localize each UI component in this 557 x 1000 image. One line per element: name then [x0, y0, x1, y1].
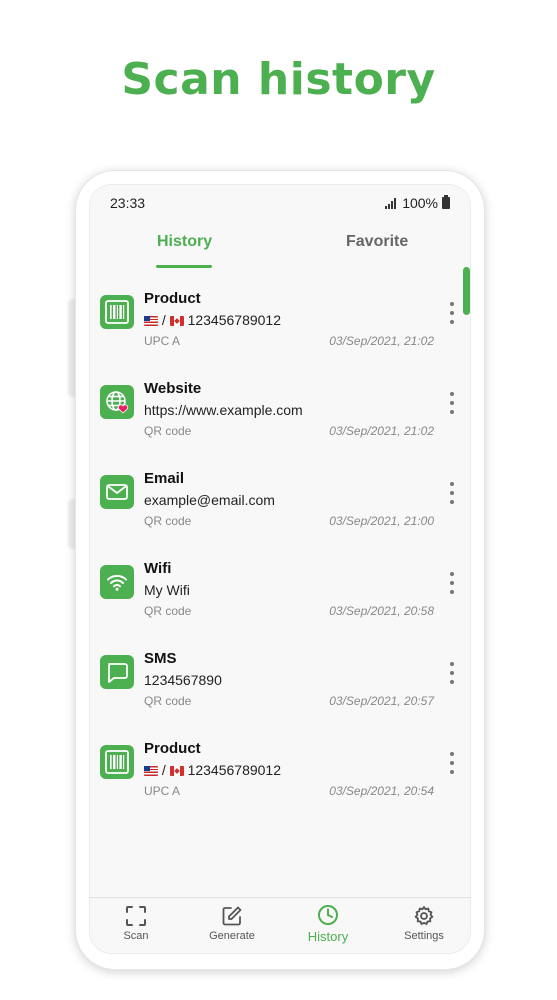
gear-icon [379, 904, 469, 928]
more-options-icon[interactable] [446, 572, 458, 594]
wifi-icon [100, 565, 134, 599]
active-tab-indicator [156, 265, 212, 268]
item-value-text: 123456789012 [187, 312, 281, 328]
item-title: Product [144, 740, 201, 757]
tab-bar: History Favorite [90, 225, 470, 269]
item-date: 03/Sep/2021, 21:02 [329, 334, 434, 348]
item-date: 03/Sep/2021, 21:02 [329, 424, 434, 438]
nav-label: Settings [404, 930, 444, 942]
history-item[interactable]: Email example@email.com QR code 03/Sep/2… [90, 460, 470, 550]
item-type: UPC A [144, 334, 181, 348]
item-type: UPC A [144, 784, 181, 798]
history-item[interactable]: Wifi My Wifi QR code 03/Sep/2021, 20:58 [90, 550, 470, 640]
headline: Scan history [121, 54, 436, 105]
nav-label: Generate [209, 930, 255, 942]
barcode-icon [100, 745, 134, 779]
more-options-icon[interactable] [446, 662, 458, 684]
us-flag-icon [144, 766, 158, 776]
item-type: QR code [144, 424, 192, 438]
canada-flag-icon [169, 766, 184, 776]
nav-generate[interactable]: Generate [187, 904, 277, 942]
item-value: https://www.example.com [144, 402, 303, 418]
flag-separator: / [161, 312, 166, 328]
battery-icon [442, 195, 450, 209]
nav-scan[interactable]: Scan [91, 904, 181, 942]
item-date: 03/Sep/2021, 21:00 [329, 514, 434, 528]
tab-history[interactable]: History [157, 233, 212, 251]
us-flag-icon [144, 316, 158, 326]
more-options-icon[interactable] [446, 482, 458, 504]
status-bar: 23:33 100% [110, 195, 450, 215]
item-value: / 123456789012 [144, 312, 281, 328]
item-title: SMS [144, 650, 177, 667]
canada-flag-icon [169, 316, 184, 326]
history-item[interactable]: SMS 1234567890 QR code 03/Sep/2021, 20:5… [90, 640, 470, 730]
more-options-icon[interactable] [446, 752, 458, 774]
status-time: 23:33 [110, 195, 146, 211]
item-title: Product [144, 290, 201, 307]
nav-label: Scan [123, 930, 149, 942]
app-screen: 23:33 100% History Favorite Product / 12… [89, 184, 471, 954]
signal-icon [385, 197, 397, 209]
item-date: 03/Sep/2021, 20:54 [329, 784, 434, 798]
battery-label: 100% [402, 195, 438, 211]
item-type: QR code [144, 514, 192, 528]
flag-separator: / [161, 762, 166, 778]
nav-label: History [307, 929, 349, 944]
item-value: 1234567890 [144, 672, 222, 688]
history-list: Product / 123456789012 UPC A 03/Sep/2021… [90, 280, 470, 820]
item-title: Email [144, 470, 185, 487]
item-type: QR code [144, 694, 192, 708]
more-options-icon[interactable] [446, 392, 458, 414]
status-right: 100% [385, 195, 450, 211]
item-date: 03/Sep/2021, 20:58 [329, 604, 434, 618]
nav-history[interactable]: History [283, 903, 373, 944]
item-type: QR code [144, 604, 192, 618]
item-title: Website [144, 380, 202, 397]
globe-favorite-icon [100, 385, 134, 419]
bottom-navigation: Scan Generate History Settings [90, 897, 470, 953]
history-item[interactable]: Product / 123456789012 UPC A 03/Sep/2021… [90, 730, 470, 820]
history-item[interactable]: Product / 123456789012 UPC A 03/Sep/2021… [90, 280, 470, 370]
item-date: 03/Sep/2021, 20:57 [329, 694, 434, 708]
history-item[interactable]: Website https://www.example.com QR code … [90, 370, 470, 460]
item-value: example@email.com [144, 492, 275, 508]
clock-icon [283, 903, 373, 927]
nav-settings[interactable]: Settings [379, 904, 469, 942]
item-value: My Wifi [144, 582, 190, 598]
barcode-icon [100, 295, 134, 329]
envelope-icon [100, 475, 134, 509]
more-options-icon[interactable] [446, 302, 458, 324]
pencil-square-icon [187, 904, 277, 928]
item-value-text: 123456789012 [187, 762, 281, 778]
item-title: Wifi [144, 560, 172, 577]
scan-frame-icon [91, 904, 181, 928]
item-value: / 123456789012 [144, 762, 281, 778]
tab-favorite[interactable]: Favorite [346, 233, 408, 251]
chat-bubble-icon [100, 655, 134, 689]
